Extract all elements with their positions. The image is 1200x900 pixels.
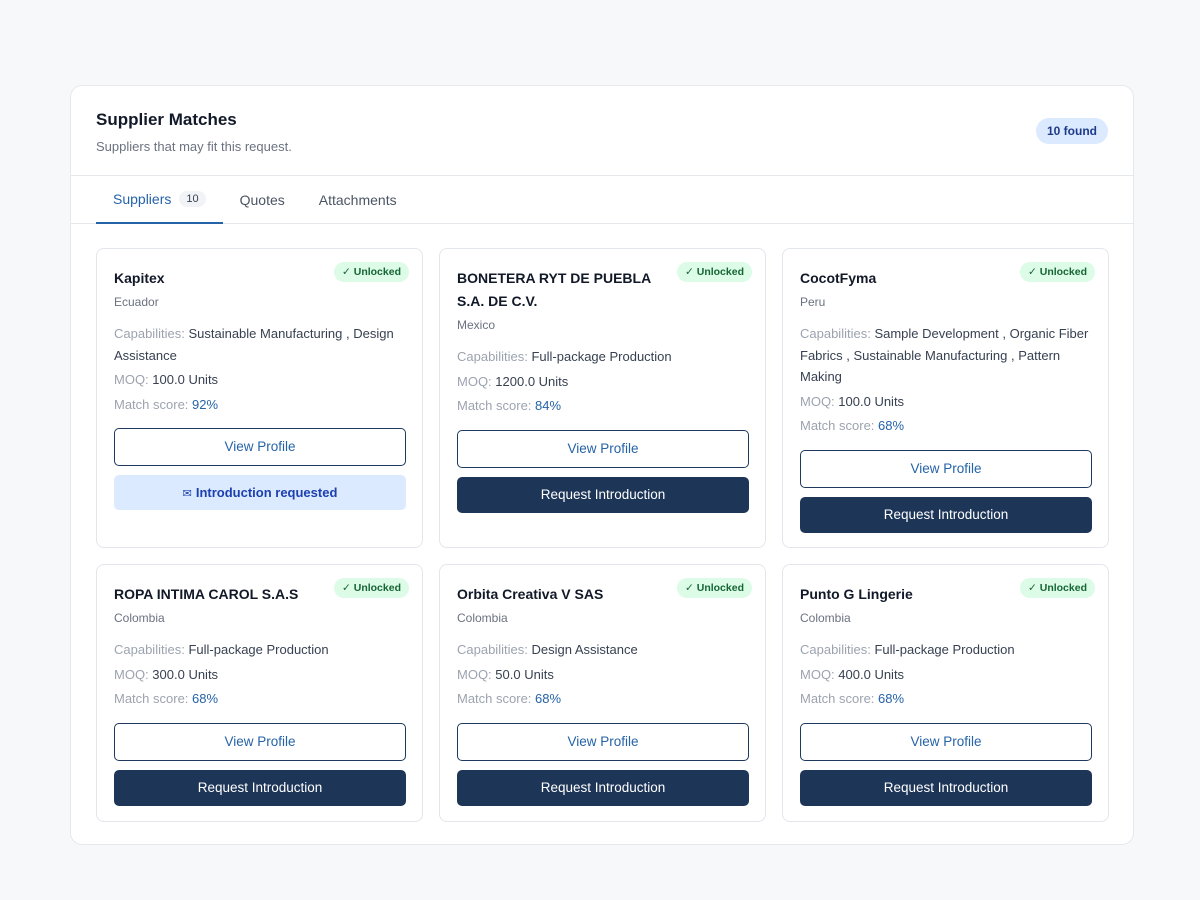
supplier-moq: MOQ: 1200.0 Units <box>457 371 748 393</box>
supplier-card: ✓ Unlocked BONETERA RYT DE PUEBLA S.A. D… <box>439 248 766 548</box>
supplier-capabilities: Capabilities: Sustainable Manufacturing … <box>114 323 405 366</box>
match-score-value: 68% <box>535 691 562 706</box>
unlocked-badge: ✓ Unlocked <box>334 578 409 598</box>
view-profile-button[interactable]: View Profile <box>800 722 1092 761</box>
view-profile-button[interactable]: View Profile <box>114 428 406 466</box>
capabilities-label: Capabilities: <box>457 349 528 364</box>
match-score-label: Match score: <box>800 418 875 433</box>
moq-value: 400.0 Units <box>838 666 905 682</box>
match-score-value: 92% <box>192 396 219 412</box>
capabilities-label: Capabilities: <box>114 326 185 341</box>
moq-label: MOQ: <box>457 373 492 389</box>
unlocked-badge: ✓ Unlocked <box>677 578 752 598</box>
supplier-match-score: Match score: 84% <box>457 395 748 417</box>
supplier-moq: MOQ: 400.0 Units <box>800 664 1091 686</box>
view-profile-button[interactable]: View Profile <box>457 429 749 468</box>
tab-quotes[interactable]: Quotes <box>223 176 302 223</box>
supplier-match-score: Match score: 68% <box>800 415 1091 437</box>
request-introduction-button[interactable]: Request Introduction <box>457 476 749 513</box>
found-count-badge: 10 found <box>1036 118 1108 144</box>
unlocked-badge: ✓ Unlocked <box>1020 578 1095 598</box>
tab-attachments[interactable]: Attachments <box>302 176 414 223</box>
unlocked-badge: ✓ Unlocked <box>334 262 409 282</box>
view-profile-button[interactable]: View Profile <box>114 722 406 761</box>
tab-label: Attachments <box>318 191 397 208</box>
capabilities-label: Capabilities: <box>800 326 871 341</box>
match-score-value: 68% <box>878 418 905 433</box>
capabilities-value: Full-package Production <box>188 642 329 657</box>
supplier-country: Mexico <box>457 318 496 332</box>
match-score-label: Match score: <box>114 691 189 706</box>
capabilities-label: Capabilities: <box>114 642 185 657</box>
moq-value: 50.0 Units <box>495 666 554 682</box>
envelope-icon: ✉ <box>182 488 192 500</box>
match-score-value: 84% <box>535 398 562 413</box>
capabilities-label: Capabilities: <box>457 642 528 657</box>
match-score-label: Match score: <box>457 398 532 413</box>
supplier-match-score: Match score: 92% <box>114 394 405 416</box>
page-title: Supplier Matches <box>96 110 237 129</box>
supplier-moq: MOQ: 50.0 Units <box>457 664 748 686</box>
supplier-capabilities: Capabilities: Full-package Production <box>114 639 405 661</box>
moq-value: 100.0 Units <box>152 372 219 387</box>
supplier-country: Colombia <box>114 611 165 625</box>
page-subtitle: Suppliers that may fit this request. <box>96 139 292 154</box>
introduction-requested-status: ✉ Introduction requested <box>114 475 406 510</box>
view-profile-button[interactable]: View Profile <box>800 449 1092 488</box>
supplier-match-score: Match score: 68% <box>800 688 1091 710</box>
tab-suppliers[interactable]: Suppliers 10 <box>96 176 223 224</box>
panel-header: Supplier Matches Suppliers that may fit … <box>71 86 1133 176</box>
capabilities-value: Full-package Production <box>874 642 1015 657</box>
supplier-match-score: Match score: 68% <box>114 688 405 710</box>
moq-label: MOQ: <box>800 393 835 409</box>
supplier-capabilities: Capabilities: Sample Development , Organ… <box>800 323 1091 388</box>
request-introduction-button[interactable]: Request Introduction <box>800 496 1092 533</box>
capabilities-value: Design Assistance <box>531 642 638 657</box>
request-introduction-button[interactable]: Request Introduction <box>114 769 406 806</box>
supplier-country: Peru <box>800 295 826 309</box>
supplier-card: ✓ Unlocked Punto G Lingerie Colombia Cap… <box>782 564 1109 822</box>
tab-count-badge: 10 <box>179 191 206 207</box>
supplier-capabilities: Capabilities: Full-package Production <box>457 346 748 368</box>
view-profile-button[interactable]: View Profile <box>457 722 749 761</box>
tab-label: Suppliers <box>113 191 172 207</box>
supplier-country: Ecuador <box>114 295 159 309</box>
moq-value: 300.0 Units <box>152 666 219 682</box>
match-score-value: 68% <box>192 691 219 706</box>
supplier-capabilities: Capabilities: Full-package Production <box>800 639 1091 661</box>
supplier-moq: MOQ: 100.0 Units <box>114 369 405 391</box>
supplier-card: ✓ Unlocked Kapitex Ecuador Capabilities:… <box>96 248 423 548</box>
supplier-country: Colombia <box>800 611 851 625</box>
moq-value: 100.0 Units <box>838 393 905 409</box>
supplier-card: ✓ Unlocked Orbita Creativa V SAS Colombi… <box>439 564 766 822</box>
tab-bar: Suppliers 10 Quotes Attachments <box>71 176 1133 224</box>
request-introduction-button[interactable]: Request Introduction <box>457 769 749 806</box>
unlocked-badge: ✓ Unlocked <box>677 262 752 282</box>
supplier-moq: MOQ: 100.0 Units <box>800 391 1091 413</box>
moq-label: MOQ: <box>800 666 835 682</box>
unlocked-badge: ✓ Unlocked <box>1020 262 1095 282</box>
tab-label: Quotes <box>239 191 285 208</box>
supplier-capabilities: Capabilities: Design Assistance <box>457 639 748 661</box>
supplier-matches-panel: Supplier Matches Suppliers that may fit … <box>70 85 1134 845</box>
introduction-requested-label: Introduction requested <box>195 485 338 500</box>
request-introduction-button[interactable]: Request Introduction <box>800 769 1092 806</box>
supplier-country: Colombia <box>457 611 508 625</box>
supplier-card: ✓ Unlocked CocotFyma Peru Capabilities: … <box>782 248 1109 548</box>
supplier-card: ✓ Unlocked ROPA INTIMA CAROL S.A.S Colom… <box>96 564 423 822</box>
match-score-label: Match score: <box>800 691 875 706</box>
moq-label: MOQ: <box>457 666 492 682</box>
match-score-label: Match score: <box>457 691 532 706</box>
match-score-label: Match score: <box>114 396 189 412</box>
capabilities-label: Capabilities: <box>800 642 871 657</box>
moq-label: MOQ: <box>114 666 149 682</box>
supplier-moq: MOQ: 300.0 Units <box>114 664 405 686</box>
match-score-value: 68% <box>878 691 905 706</box>
supplier-match-score: Match score: 68% <box>457 688 748 710</box>
moq-value: 1200.0 Units <box>495 373 569 389</box>
moq-label: MOQ: <box>114 372 149 387</box>
capabilities-value: Full-package Production <box>531 349 672 364</box>
